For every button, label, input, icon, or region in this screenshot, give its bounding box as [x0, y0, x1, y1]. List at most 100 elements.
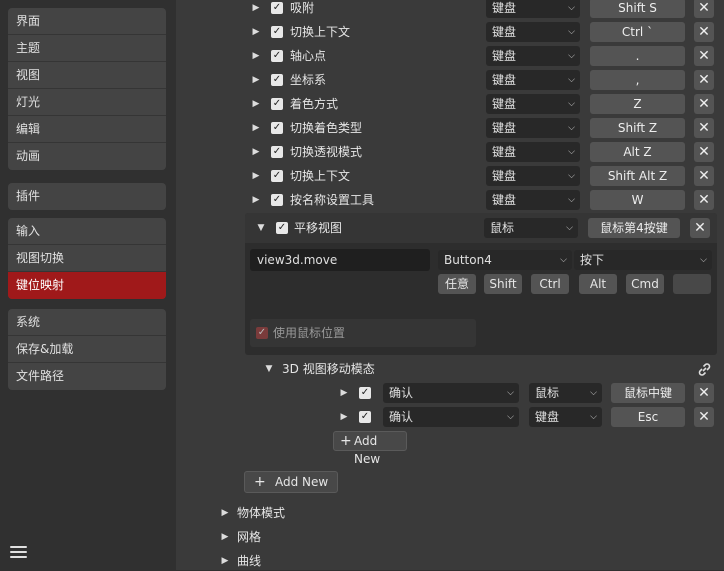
checkbox-active[interactable]: ✓ [271, 2, 283, 14]
checkbox-active[interactable]: ✓ [271, 170, 283, 182]
remove-item-button[interactable]: ✕ [694, 0, 714, 18]
category-item[interactable]: 物体模式 [237, 503, 285, 523]
category-item[interactable]: 曲线 [237, 551, 261, 571]
checkbox-active[interactable]: ✓ [271, 50, 283, 62]
expand-icon[interactable]: ▶ [251, 142, 261, 162]
map-type-dropdown[interactable]: 键盘 ⌵ [486, 190, 580, 210]
remove-item-button[interactable]: ✕ [694, 22, 714, 42]
remove-item-button[interactable]: ✕ [694, 383, 714, 403]
expand-icon[interactable]: ▶ [339, 383, 349, 403]
key-capture-button[interactable]: Shift S [590, 0, 685, 18]
expand-icon[interactable]: ▶ [251, 118, 261, 138]
map-type-dropdown[interactable]: 键盘 ⌵ [486, 166, 580, 186]
sidebar-item-viewport[interactable]: 视图 [8, 62, 166, 89]
map-type-dropdown[interactable]: 键盘 ⌵ [486, 22, 580, 42]
modifier-alt-button[interactable]: Alt [579, 274, 617, 294]
map-type-dropdown[interactable]: 键盘 ⌵ [529, 407, 602, 427]
sidebar-item-editing[interactable]: 编辑 [8, 116, 166, 143]
sidebar-item-keymap[interactable]: 键位映射 [8, 272, 166, 299]
map-type-dropdown[interactable]: 键盘 ⌵ [486, 70, 580, 90]
expand-icon[interactable]: ▶ [339, 407, 349, 427]
checkbox-active[interactable]: ✓ [271, 194, 283, 206]
expand-icon[interactable]: ▶ [251, 22, 261, 42]
checkbox-active[interactable]: ✓ [359, 411, 371, 423]
key-capture-button[interactable]: Ctrl ` [590, 22, 685, 42]
sidebar-item-save-load[interactable]: 保存&加载 [8, 336, 166, 363]
sidebar-item-input[interactable]: 输入 [8, 218, 166, 245]
modifier-shift-button[interactable]: Shift [484, 274, 522, 294]
remove-item-button[interactable]: ✕ [694, 142, 714, 162]
sidebar-item-navigation[interactable]: 视图切换 [8, 245, 166, 272]
key-capture-button[interactable]: 鼠标中键 [611, 383, 685, 403]
expand-icon[interactable]: ▶ [220, 503, 230, 523]
expand-icon[interactable]: ▶ [251, 46, 261, 66]
remove-item-button[interactable]: ✕ [694, 46, 714, 66]
key-capture-button[interactable]: , [590, 70, 685, 90]
key-capture-button[interactable]: Shift Z [590, 118, 685, 138]
remove-item-button[interactable]: ✕ [694, 70, 714, 90]
key-capture-button[interactable]: Alt Z [590, 142, 685, 162]
modal-event-dropdown[interactable]: 确认 ⌵ [383, 383, 519, 403]
checkbox-active[interactable]: ✓ [271, 98, 283, 110]
key-capture-button[interactable]: W [590, 190, 685, 210]
use-mouse-position-label: 使用鼠标位置 [273, 326, 346, 340]
expand-icon[interactable]: ▶ [220, 527, 230, 547]
map-type-dropdown[interactable]: 鼠标 ⌵ [529, 383, 602, 403]
button-dropdown[interactable]: Button4 ⌵ [438, 250, 572, 270]
expand-icon[interactable]: ▶ [251, 94, 261, 114]
modal-add-new-button[interactable]: + Add New [333, 431, 407, 466]
sidebar-item-addons[interactable]: 插件 [8, 183, 166, 210]
link-icon[interactable] [696, 361, 713, 378]
map-type-dropdown[interactable]: 键盘 ⌵ [486, 142, 580, 162]
map-type-dropdown[interactable]: 键盘 ⌵ [486, 94, 580, 114]
map-type-dropdown[interactable]: 键盘 ⌵ [486, 118, 580, 138]
key-capture-button[interactable]: . [590, 46, 685, 66]
modal-event-dropdown[interactable]: 确认 ⌵ [383, 407, 519, 427]
key-capture-button[interactable]: Shift Alt Z [590, 166, 685, 186]
key-capture-button[interactable]: Z [590, 94, 685, 114]
remove-item-button[interactable]: ✕ [690, 218, 710, 238]
sidebar-item-themes[interactable]: 主题 [8, 35, 166, 62]
map-type-dropdown[interactable]: 键盘 ⌵ [486, 0, 580, 18]
sidebar-item-system[interactable]: 系统 [8, 309, 166, 336]
checkbox-active[interactable]: ✓ [276, 222, 288, 234]
sidebar-group-2: 插件 [8, 183, 166, 210]
close-icon: ✕ [698, 385, 710, 401]
category-item[interactable]: 网格 [237, 527, 261, 547]
expand-icon[interactable]: ▶ [251, 0, 261, 18]
expand-icon[interactable]: ▶ [251, 166, 261, 186]
remove-item-button[interactable]: ✕ [694, 94, 714, 114]
sidebar-item-animation[interactable]: 动画 [8, 143, 166, 170]
modal-collapse-icon[interactable]: ▼ [264, 359, 274, 379]
map-type-dropdown[interactable]: 键盘 ⌵ [486, 46, 580, 66]
checkbox-active[interactable]: ✓ [271, 74, 283, 86]
key-capture-button[interactable]: 鼠标第4按键 [588, 218, 680, 238]
sidebar-item-lights[interactable]: 灯光 [8, 89, 166, 116]
map-type-dropdown-value: 鼠标 [535, 386, 560, 400]
remove-item-button[interactable]: ✕ [694, 166, 714, 186]
remove-item-button[interactable]: ✕ [694, 118, 714, 138]
modifier-cmd-button[interactable]: Cmd [626, 274, 664, 294]
menu-icon[interactable] [9, 543, 28, 562]
checkbox-active[interactable]: ✓ [271, 122, 283, 134]
sidebar-item-file-paths[interactable]: 文件路径 [8, 363, 166, 390]
add-new-button[interactable]: + Add New [244, 471, 338, 493]
modifier-ctrl-button[interactable]: Ctrl [531, 274, 569, 294]
map-type-dropdown[interactable]: 鼠标 ⌵ [484, 218, 578, 238]
checkbox-active[interactable]: ✓ [271, 26, 283, 38]
action-dropdown[interactable]: 按下 ⌵ [574, 250, 712, 270]
modifier-any-button[interactable]: 任意 [438, 274, 476, 294]
remove-item-button[interactable]: ✕ [694, 190, 714, 210]
use-mouse-position-checkbox[interactable]: ✓ [256, 327, 268, 339]
key-capture-button[interactable]: Esc [611, 407, 685, 427]
operator-idname-field[interactable]: view3d.move [250, 249, 430, 271]
sidebar-item-interface[interactable]: 界面 [8, 8, 166, 35]
key-modifier-button[interactable] [673, 274, 711, 294]
expand-icon[interactable]: ▶ [251, 190, 261, 210]
expand-icon[interactable]: ▶ [220, 551, 230, 571]
checkbox-active[interactable]: ✓ [359, 387, 371, 399]
remove-item-button[interactable]: ✕ [694, 407, 714, 427]
collapse-icon[interactable]: ▼ [256, 218, 266, 238]
expand-icon[interactable]: ▶ [251, 70, 261, 90]
checkbox-active[interactable]: ✓ [271, 146, 283, 158]
